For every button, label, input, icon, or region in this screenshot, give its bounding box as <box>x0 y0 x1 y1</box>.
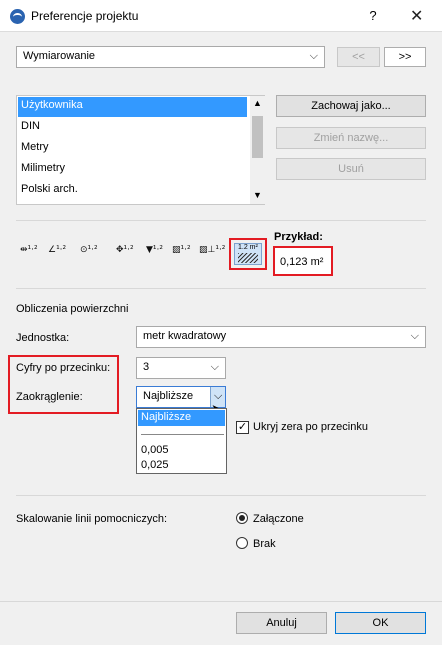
delete-button[interactable]: Usuń <box>276 158 426 180</box>
scroll-up-icon[interactable]: ▲ <box>253 98 262 108</box>
scaling-on-label: Załączone <box>253 513 304 525</box>
chevron-down-icon: ⌵ <box>210 361 219 373</box>
unit-dropdown[interactable]: metr kwadratowy ⌵ <box>136 326 426 348</box>
cancel-button[interactable]: Anuluj <box>236 612 327 634</box>
decimals-dropdown[interactable]: 3 ⌵ <box>136 357 226 379</box>
preset-list[interactable]: Użytkownika DIN Metry Milimetry Polski a… <box>16 95 265 205</box>
list-item[interactable]: Milimetry <box>18 160 247 180</box>
level-dimension-icon[interactable]: ✥¹·² <box>116 245 134 255</box>
elevation-dimension-icon[interactable]: ▼¹·² <box>146 245 163 255</box>
radius-dimension-icon[interactable]: ⊙¹·² <box>80 245 98 255</box>
divider <box>16 220 426 221</box>
title-bar: Preferencje projektu ? ✕ <box>0 0 442 32</box>
area-calculation-icon[interactable]: 1.2 m² <box>234 243 262 265</box>
next-button[interactable]: >> <box>384 47 426 67</box>
help-button[interactable]: ? <box>367 8 379 23</box>
example-label: Przykład: <box>274 231 323 243</box>
example-preview: 0,123 m² <box>273 246 333 276</box>
list-item[interactable]: DIN <box>18 118 247 138</box>
list-item[interactable]: 0,025 <box>141 459 169 471</box>
decimals-label: Cyfry po przecinku: <box>16 362 111 374</box>
section-title: Obliczenia powierzchni <box>16 303 129 315</box>
scrollbar-thumb[interactable] <box>252 116 263 158</box>
unit-dropdown-value: metr kwadratowy <box>143 330 227 342</box>
preset-list-scrollbar[interactable]: ▲ ▼ <box>250 96 265 204</box>
angle-dimension-icon[interactable]: ∠¹·² <box>48 245 66 255</box>
hide-zeros-label: Ukryj zera po przecinku <box>253 421 368 433</box>
list-item[interactable]: Polski arch. <box>18 181 247 201</box>
close-icon[interactable]: ✕ <box>410 6 423 26</box>
example-value: 0,123 m² <box>280 256 324 268</box>
scaling-off-radio[interactable] <box>236 537 248 549</box>
category-dropdown-value: Wymiarowanie <box>23 50 96 62</box>
area-icon-label: 1.2 m² <box>238 244 258 251</box>
rounding-label: Zaokrąglenie: <box>16 391 83 403</box>
rename-button[interactable]: Zmień nazwę... <box>276 127 426 149</box>
scaling-off-label: Brak <box>253 538 276 550</box>
list-item[interactable]: Użytkownika <box>18 97 247 117</box>
previous-button[interactable]: << <box>337 47 380 67</box>
sill-height-dimension-icon[interactable]: ▨⊥¹·² <box>199 245 225 255</box>
divider <box>16 288 426 289</box>
decimals-dropdown-value: 3 <box>143 361 150 373</box>
list-item[interactable]: 0,005 <box>141 444 169 456</box>
list-item[interactable]: Metry <box>18 139 247 159</box>
window-title: Preferencje projektu <box>31 9 139 23</box>
hide-zeros-checkbox[interactable]: ✓ <box>236 421 249 434</box>
list-item[interactable] <box>138 427 225 437</box>
door-window-dimension-icon[interactable]: ▨¹·² <box>172 245 191 255</box>
category-dropdown[interactable]: Wymiarowanie ⌵ <box>16 46 325 68</box>
scroll-down-icon[interactable]: ▼ <box>253 190 262 200</box>
linear-dimension-icon[interactable]: ⇹¹·² <box>20 245 38 255</box>
list-item[interactable]: Najbliższe <box>138 410 225 426</box>
archicad-logo-icon <box>10 9 25 24</box>
divider <box>0 601 442 602</box>
chevron-down-icon: ⌵ <box>410 330 419 342</box>
list-separator <box>141 434 224 435</box>
divider <box>16 495 426 496</box>
scaling-label: Skalowanie linii pomocniczych: <box>16 513 168 525</box>
area-calculation-highlight: 1.2 m² <box>229 238 267 270</box>
rounding-dropdown-list[interactable]: Najbliższe 0,005 0,025 <box>136 408 227 474</box>
ok-button[interactable]: OK <box>335 612 426 634</box>
rounding-dropdown-value: Najbliższe <box>143 390 194 402</box>
hatch-pattern <box>238 253 258 263</box>
unit-label: Jednostka: <box>16 332 70 344</box>
chevron-down-icon: ⌵ <box>309 50 318 62</box>
scaling-on-radio[interactable] <box>236 512 248 524</box>
save-as-button[interactable]: Zachowaj jako... <box>276 95 426 117</box>
